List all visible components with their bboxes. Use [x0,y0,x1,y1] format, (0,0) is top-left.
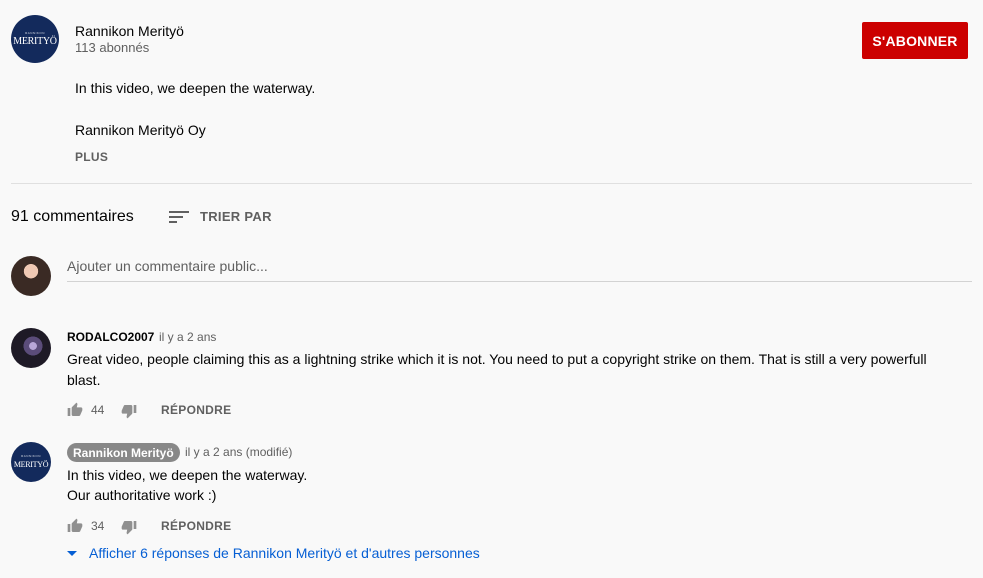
channel-logo-text: MERITYÖ [13,36,57,47]
channel-owner-badge[interactable]: Rannikon Merityö [67,443,180,462]
comment-author[interactable]: RODALCO2007 [67,330,154,344]
channel-avatar[interactable]: RANNIKON MERITYÖ [11,15,59,63]
thumbs-up-icon[interactable] [67,402,83,418]
comment-text-line-1: In this video, we deepen the waterway. [67,467,308,483]
description-line-1: In this video, we deepen the waterway. [75,80,316,96]
view-replies-label: Afficher 6 réponses de Rannikon Merityö … [89,545,480,561]
add-comment-input[interactable]: Ajouter un commentaire public... [67,258,268,274]
channel-logo-small-text: RANNIKON [21,454,41,458]
caret-down-icon [67,550,77,556]
channel-name[interactable]: Rannikon Merityö [75,23,184,39]
sort-button[interactable]: TRIER PAR [200,209,272,224]
comment-count: 91 commentaires [11,208,134,225]
description-line-2: Rannikon Merityö Oy [75,122,206,138]
like-count: 44 [91,403,105,417]
view-replies-button[interactable]: Afficher 6 réponses de Rannikon Merityö … [67,545,480,561]
comment-time[interactable]: il y a 2 ans (modifié) [185,445,292,459]
divider [11,183,972,184]
comment-time[interactable]: il y a 2 ans [159,330,216,344]
subscribe-button[interactable]: S'ABONNER [862,22,968,59]
thumbs-down-icon[interactable] [121,403,137,419]
reply-button[interactable]: RÉPONDRE [161,519,231,533]
thumbs-down-icon[interactable] [121,519,137,535]
channel-logo-small-text: RANNIKON [25,31,45,35]
subscriber-count: 113 abonnés [75,40,150,55]
reply-button[interactable]: RÉPONDRE [161,403,231,417]
channel-logo-text: MERITYÖ [13,460,49,469]
sort-icon[interactable] [169,210,189,224]
commenter-avatar[interactable]: RANNIKON MERITYÖ [11,442,51,482]
comment-input-underline [67,281,972,282]
comment-text-line-2: Our authoritative work :) [67,487,217,503]
show-more-button[interactable]: PLUS [75,150,108,164]
like-count: 34 [91,519,105,533]
commenter-avatar[interactable] [11,328,51,368]
thumbs-up-icon[interactable] [67,518,83,534]
comment-text: Great video, people claiming this as a l… [67,351,927,388]
user-avatar [11,256,51,296]
